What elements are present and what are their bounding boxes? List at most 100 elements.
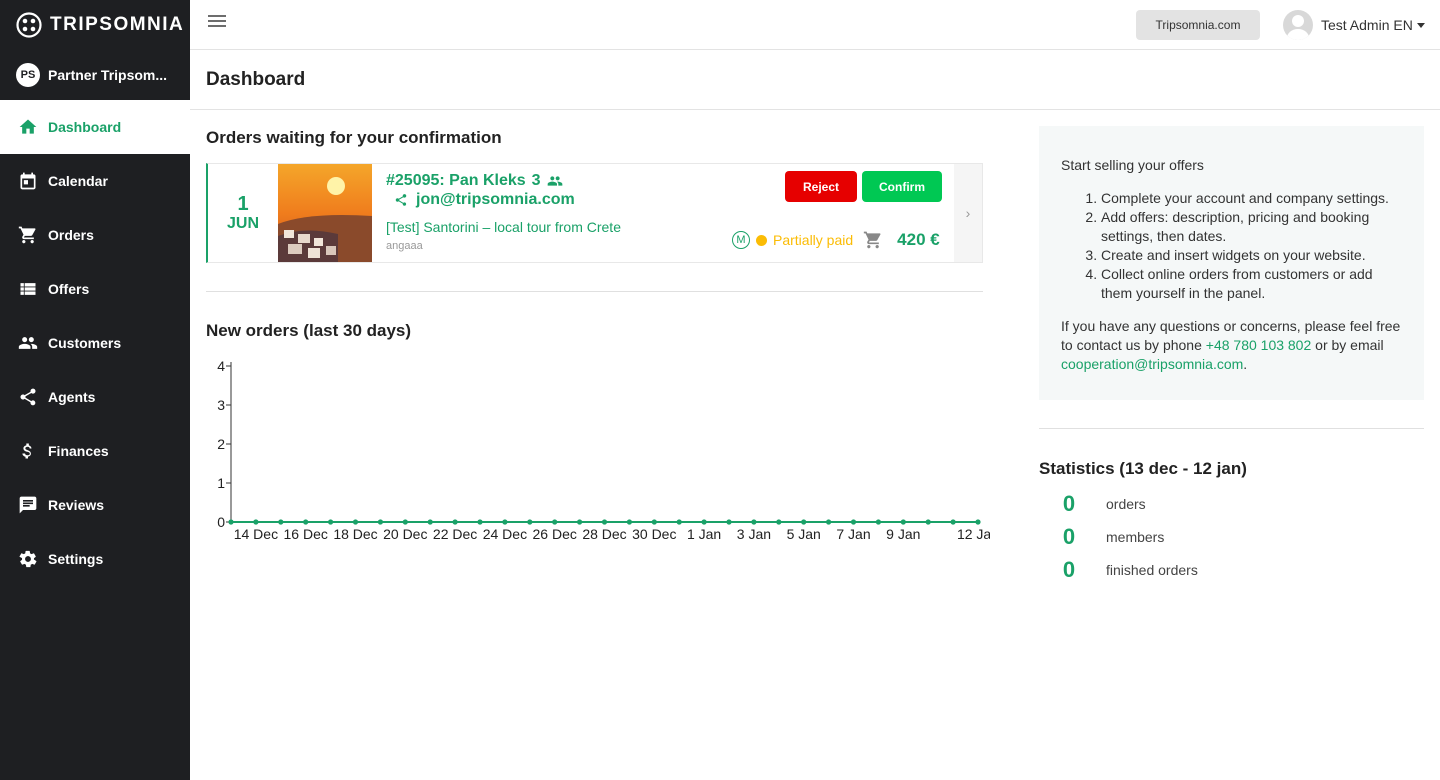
partner-avatar: PS <box>16 63 40 87</box>
data-point <box>875 519 882 525</box>
x-tick-label: 3 Jan <box>737 526 771 542</box>
data-point <box>502 519 508 525</box>
sidebar: TRIPSOMNIA PS Partner Tripsom... Dashboa… <box>0 0 190 780</box>
stat-value: 0 <box>1062 557 1076 582</box>
data-point <box>626 519 632 525</box>
partner-name: Partner Tripsom... <box>48 67 168 83</box>
order-title[interactable]: #25095: Pan Kleks 3 <box>386 172 563 190</box>
order-number-name: #25095: Pan Kleks <box>386 172 526 189</box>
data-point <box>228 519 234 525</box>
sidebar-item-label: Orders <box>48 227 94 243</box>
sidebar-item-dashboard[interactable]: Dashboard <box>0 100 190 154</box>
payment-status: Partially paid <box>773 232 854 248</box>
stat-label: orders <box>1106 496 1146 512</box>
list-item: Complete your account and company settin… <box>1101 189 1402 208</box>
divider <box>206 291 983 292</box>
contact-text-part: . <box>1243 356 1248 372</box>
data-point <box>726 519 732 525</box>
data-point <box>577 519 583 525</box>
offer-link[interactable]: [Test] Santorini – local tour from Crete <box>386 219 621 235</box>
data-point <box>975 519 981 525</box>
stat-orders: 0 orders <box>1039 491 1146 517</box>
sidebar-item-reviews[interactable]: Reviews <box>0 478 190 532</box>
sidebar-item-customers[interactable]: Customers <box>0 316 190 370</box>
x-tick-label: 26 Dec <box>533 526 577 542</box>
stat-finished-orders: 0 finished orders <box>1039 557 1198 583</box>
info-intro: Start selling your offers <box>1061 157 1204 173</box>
sidebar-item-label: Reviews <box>48 497 105 513</box>
participants-count: 3 <box>531 172 541 189</box>
user-menu[interactable]: Test Admin EN <box>1283 10 1425 40</box>
x-tick-label: 9 Jan <box>886 526 920 542</box>
data-point <box>352 519 359 525</box>
confirm-button[interactable]: Confirm <box>862 171 942 202</box>
x-tick-label: 7 Jan <box>836 526 870 542</box>
steps-list: Complete your account and company settin… <box>1101 189 1402 303</box>
share-icon <box>20 388 36 406</box>
x-tick-label: 30 Dec <box>632 526 676 542</box>
data-point <box>427 519 433 525</box>
contact-text-part: or by email <box>1311 337 1384 353</box>
sidebar-item-label: Calendar <box>48 173 108 189</box>
sidebar-item-label: Customers <box>48 335 122 351</box>
people-icon <box>18 337 38 349</box>
list-item: Add offers: description, pricing and boo… <box>1101 208 1402 246</box>
cart-icon <box>18 226 36 244</box>
sidebar-item-settings[interactable]: Settings <box>0 532 190 586</box>
data-point <box>452 519 458 525</box>
reject-button[interactable]: Reject <box>785 171 857 202</box>
partner-switcher[interactable]: PS Partner Tripsom... <box>0 50 190 100</box>
data-point <box>776 519 782 525</box>
x-tick-label: 20 Dec <box>383 526 427 542</box>
data-point <box>477 519 483 525</box>
x-tick-label: 5 Jan <box>787 526 821 542</box>
user-name: Test Admin EN <box>1321 17 1413 33</box>
x-tick-label: 18 Dec <box>333 526 377 542</box>
site-link-button[interactable]: Tripsomnia.com <box>1136 10 1260 40</box>
phone-link[interactable]: +48 780 103 802 <box>1206 337 1312 353</box>
brand[interactable]: TRIPSOMNIA <box>0 0 190 50</box>
data-point <box>651 519 657 525</box>
chevron-right-icon[interactable]: › <box>954 164 982 262</box>
y-tick-label: 0 <box>217 514 225 530</box>
menu-icon[interactable] <box>208 15 226 29</box>
x-tick-label: 14 Dec <box>234 526 278 542</box>
orders-section-title: Orders waiting for your confirmation <box>206 128 502 147</box>
sidebar-item-calendar[interactable]: Calendar <box>0 154 190 208</box>
data-point <box>377 519 383 525</box>
data-point <box>801 519 807 525</box>
topbar: Tripsomnia.com Test Admin EN <box>190 0 1440 50</box>
order-agent[interactable]: jon@tripsomnia.com <box>394 191 575 209</box>
order-day: 1 <box>237 193 249 215</box>
sidebar-item-finances[interactable]: Finances <box>0 424 190 478</box>
data-point <box>850 519 857 525</box>
sidebar-item-label: Dashboard <box>48 119 122 135</box>
x-tick-label: 28 Dec <box>582 526 626 542</box>
y-tick-label: 1 <box>217 475 225 491</box>
list-item: Collect online orders from customers or … <box>1101 265 1402 303</box>
list-icon <box>20 283 36 295</box>
data-point <box>303 519 309 525</box>
offer-thumbnail[interactable] <box>278 164 372 262</box>
contact-text: If you have any questions or concerns, p… <box>1061 317 1402 374</box>
email-link[interactable]: cooperation@tripsomnia.com <box>1061 356 1243 372</box>
payment-row: M Partially paid 420 € <box>732 230 940 250</box>
statistics-title: Statistics (13 dec - 12 jan) <box>1039 459 1247 478</box>
data-point <box>253 519 259 525</box>
order-note: angaaa <box>386 240 423 252</box>
status-dot <box>756 234 767 246</box>
data-point <box>701 519 707 525</box>
sidebar-item-agents[interactable]: Agents <box>0 370 190 424</box>
data-point <box>278 519 284 525</box>
x-tick-label: 22 Dec <box>433 526 477 542</box>
data-point <box>676 519 682 525</box>
sidebar-item-offers[interactable]: Offers <box>0 262 190 316</box>
dollar-icon <box>22 443 32 459</box>
sidebar-item-orders[interactable]: Orders <box>0 208 190 262</box>
data-point <box>527 519 533 525</box>
tripsomnia-logo-icon <box>16 12 42 38</box>
y-tick-label: 2 <box>217 436 225 452</box>
new-orders-title: New orders (last 30 days) <box>206 321 412 340</box>
gear-icon <box>19 550 37 568</box>
order-card[interactable]: 1 JUN #25095: Pan Kleks 3 jon@tripsomnia… <box>206 163 983 263</box>
